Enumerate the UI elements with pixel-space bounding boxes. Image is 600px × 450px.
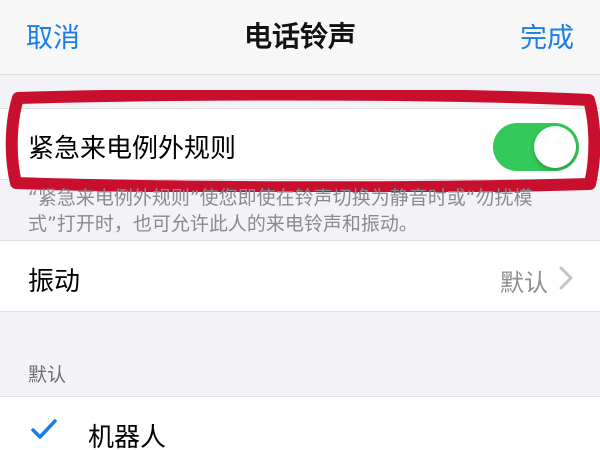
done-button[interactable]: 完成 bbox=[520, 16, 574, 55]
emergency-bypass-label: 紧急来电例外规则 bbox=[28, 134, 237, 164]
emergency-bypass-row: 紧急来电例外规则 bbox=[0, 108, 600, 180]
ringtone-label: 机器人 bbox=[88, 423, 167, 450]
vibration-label: 振动 bbox=[28, 267, 81, 297]
list-item[interactable]: 机器人 bbox=[0, 396, 600, 450]
chevron-right-icon bbox=[559, 266, 573, 290]
emergency-bypass-description: “紧急来电例外规则”使您即使在铃声切换为静音时或“勿扰模式”打开时，也可允许此人… bbox=[28, 187, 533, 235]
page-title: 电话铃声 bbox=[243, 20, 356, 53]
navigation-bar: 取消 电话铃声 完成 bbox=[0, 0, 600, 75]
checkmark-icon bbox=[31, 419, 57, 439]
ringtone-section-header: 默认 bbox=[28, 364, 67, 386]
vibration-value: 默认 bbox=[500, 269, 548, 297]
ringtone-settings-screen: 取消 电话铃声 完成 紧急来电例外规则 “紧急来电例外规则”使您即使在铃声切换为… bbox=[0, 0, 600, 450]
switch-knob bbox=[534, 126, 576, 168]
vibration-row[interactable]: 振动 默认 bbox=[0, 240, 600, 312]
emergency-bypass-switch[interactable] bbox=[493, 123, 579, 171]
